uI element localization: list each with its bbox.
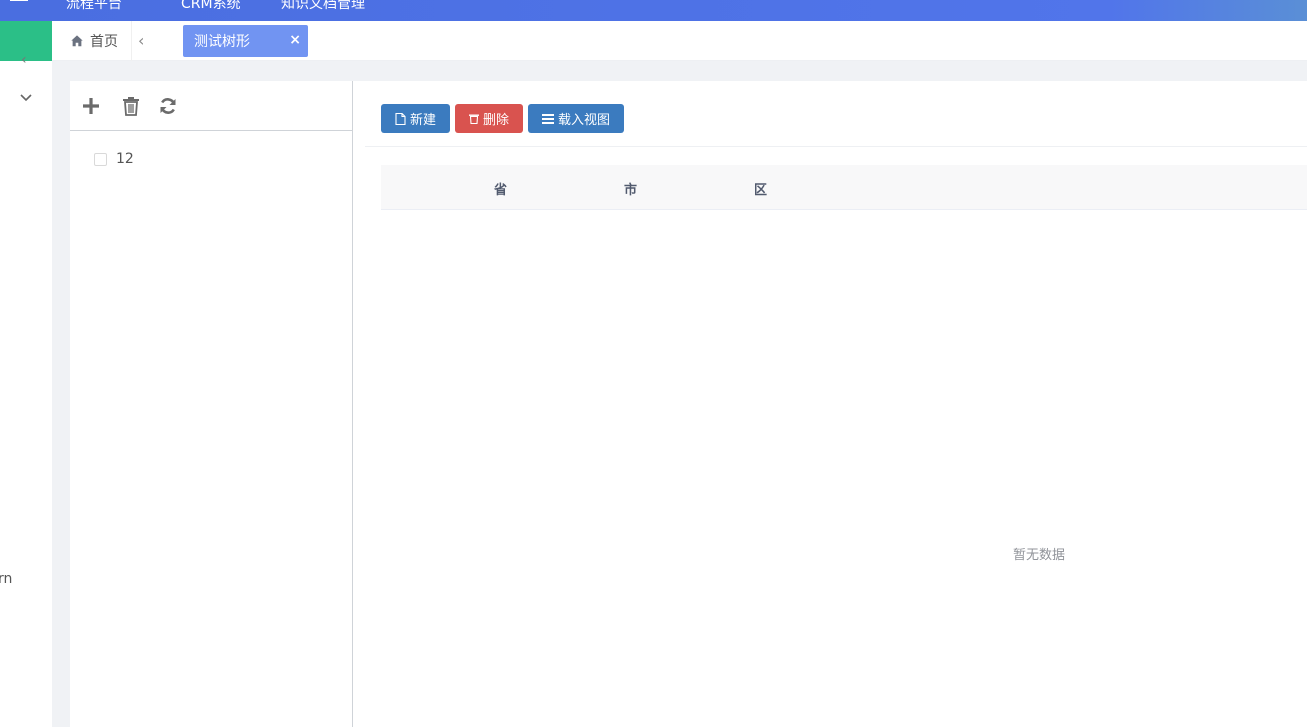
top-nav-knowledge-docs[interactable]: 知识文档管理 [281,0,365,13]
tab-home-label: 首页 [90,34,118,50]
main-panel: 新建 删除 载入视图 省 市 区 暂无数据 [353,81,1307,727]
column-header-district[interactable]: 区 [754,179,767,198]
file-icon [395,112,406,125]
trash-icon [469,114,480,124]
delete-button[interactable]: 删除 [455,104,524,133]
chevron-down-icon[interactable] [19,91,33,107]
sidebar-item-label[interactable]: rn [0,571,12,587]
home-icon [71,35,83,47]
tab-scroll-left-icon[interactable]: ‹ [138,31,144,50]
divider [365,146,1307,147]
action-toolbar: 新建 删除 载入视图 [381,104,625,133]
top-nav-workflow-platform[interactable]: 流程平台 [66,0,122,13]
tab-home[interactable]: 首页 [60,21,132,61]
tab-tree-test-label: 测试树形 [194,34,250,50]
refresh-icon[interactable] [158,96,178,116]
tree-node-checkbox[interactable] [94,152,107,166]
empty-state-text: 暂无数据 [1013,548,1066,563]
tree-toolbar [70,81,352,131]
tree-node[interactable]: 12 [94,151,134,167]
sidebar: ‹ rn [0,21,52,727]
top-header: 流程平台 CRM系统 知识文档管理 [0,0,1307,21]
chevron-left-icon[interactable]: ‹ [21,52,27,68]
load-view-button-label: 载入视图 [558,112,611,127]
table-header: 省 市 区 [381,165,1307,210]
column-header-province[interactable]: 省 [494,179,507,198]
column-header-city[interactable]: 市 [624,179,637,198]
tab-tree-test[interactable]: 测试树形 × [183,25,308,57]
tab-bar: 首页 ‹ 测试树形 × [52,21,1307,61]
top-nav-crm[interactable]: CRM系统 [181,0,241,13]
tree-node-label: 12 [116,151,134,167]
new-button[interactable]: 新建 [381,104,451,133]
delete-button-label: 删除 [483,112,510,127]
list-icon [542,113,555,124]
plus-icon[interactable] [81,96,101,116]
load-view-button[interactable]: 载入视图 [528,104,625,133]
new-button-label: 新建 [410,112,437,127]
menu-toggle-icon[interactable] [10,0,28,8]
trash-icon[interactable] [121,96,141,116]
tree-panel: 12 [70,81,353,727]
close-icon[interactable]: × [289,32,301,48]
